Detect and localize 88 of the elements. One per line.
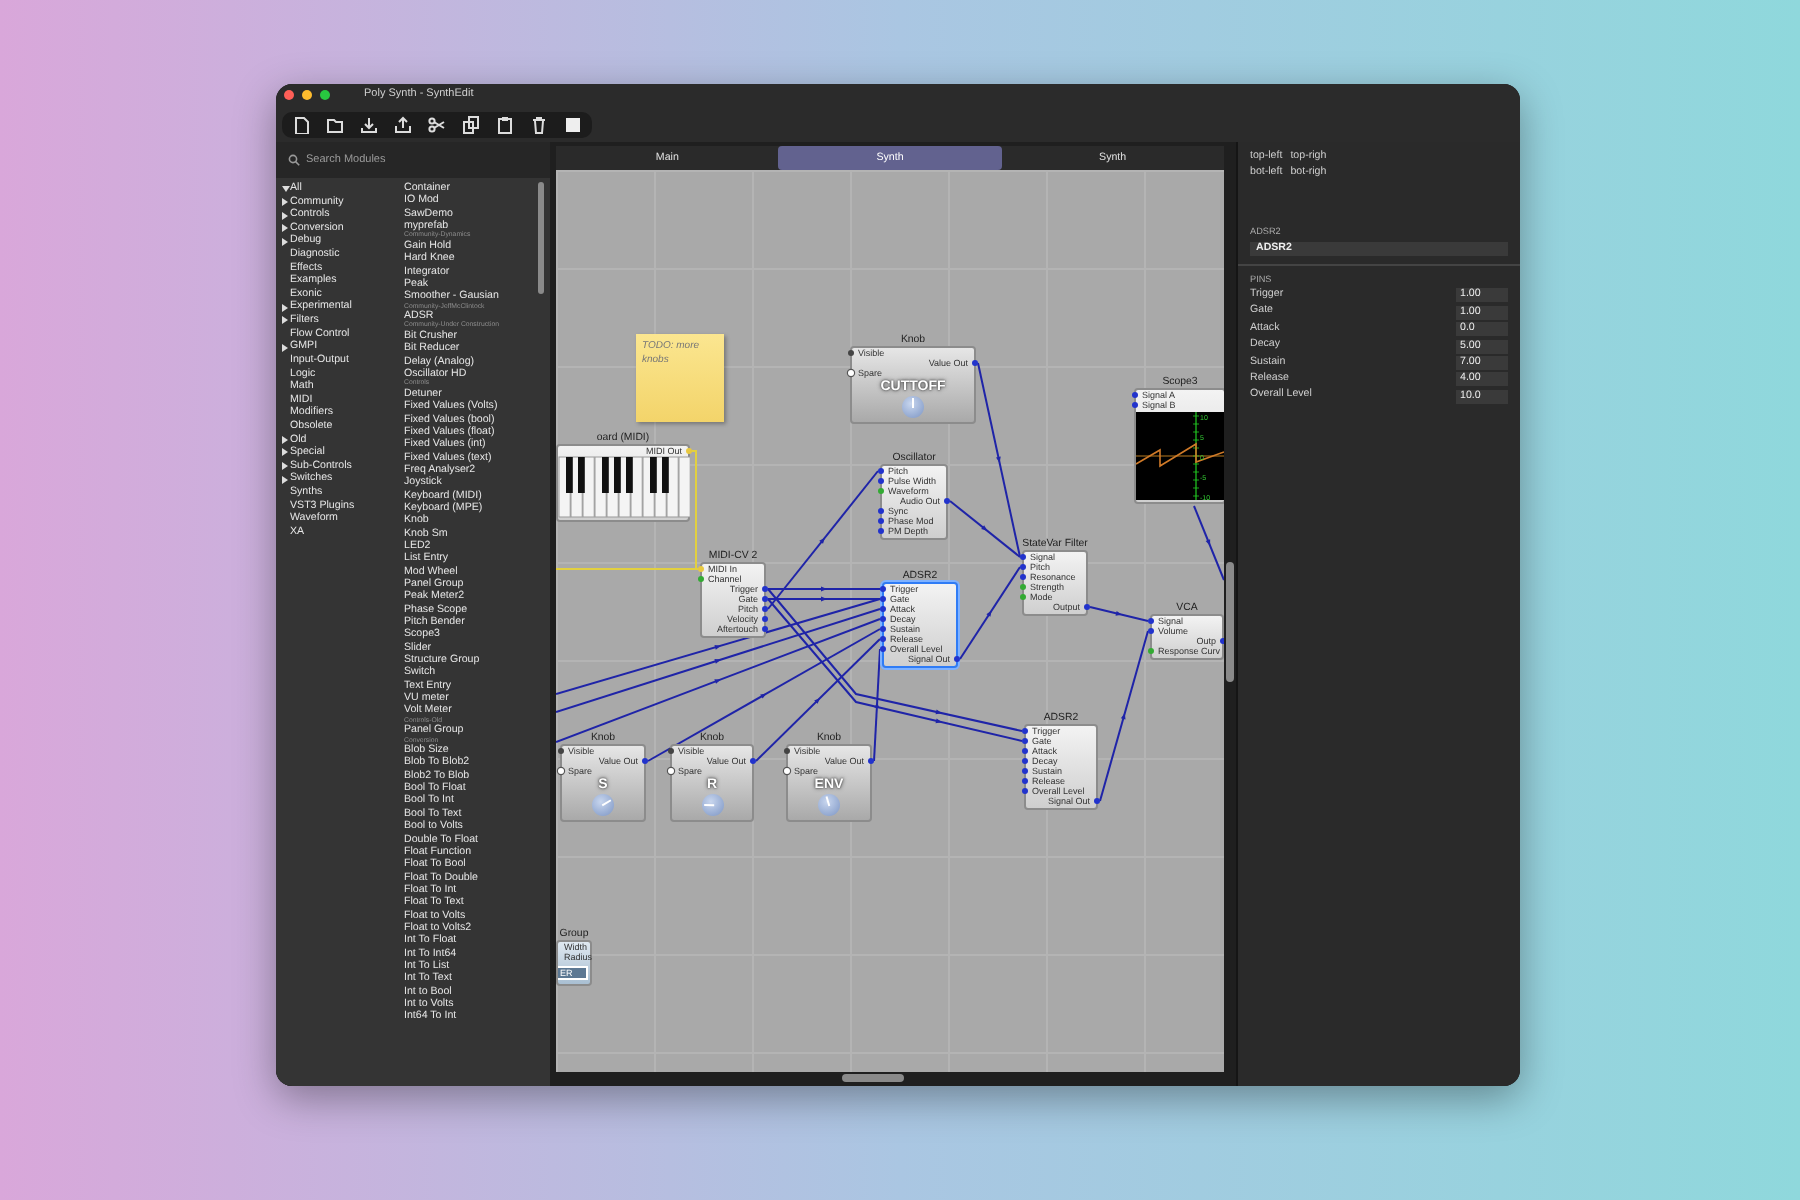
- pin-dot[interactable]: [698, 566, 704, 572]
- pin-dot[interactable]: [1148, 648, 1154, 654]
- pin-dot[interactable]: [1148, 618, 1154, 624]
- pin-dot[interactable]: [1022, 738, 1028, 744]
- pin-dot[interactable]: [1020, 594, 1026, 600]
- pin-dot[interactable]: [1020, 564, 1026, 570]
- wire[interactable]: [977, 362, 1021, 558]
- pin-dot[interactable]: [642, 758, 648, 764]
- pin-dot[interactable]: [1020, 554, 1026, 560]
- piano-keys-drawing[interactable]: [558, 456, 690, 518]
- wire[interactable]: [767, 596, 881, 602]
- pin-dot[interactable]: [878, 528, 884, 534]
- search-icon: [288, 154, 300, 166]
- wire[interactable]: [556, 598, 881, 695]
- wire[interactable]: [767, 470, 879, 610]
- pin-dot[interactable]: [880, 606, 886, 612]
- pin-dot[interactable]: [686, 448, 692, 454]
- pin-dot[interactable]: [784, 748, 790, 754]
- wire[interactable]: [873, 648, 881, 762]
- pin-dot[interactable]: [762, 596, 768, 602]
- scrollbar-thumb[interactable]: [538, 182, 544, 294]
- pin-dot[interactable]: [868, 758, 874, 764]
- pin-dot[interactable]: [698, 576, 704, 582]
- document-icon[interactable]: [292, 115, 310, 133]
- pin-dot[interactable]: [1022, 728, 1028, 734]
- pin-dot[interactable]: [1020, 574, 1026, 580]
- wire[interactable]: [1099, 630, 1149, 802]
- pin-dot[interactable]: [878, 518, 884, 524]
- wire[interactable]: [647, 628, 881, 762]
- wire[interactable]: [1089, 606, 1149, 622]
- upload-icon[interactable]: [394, 115, 412, 133]
- pin-dot[interactable]: [558, 748, 564, 754]
- pin-dot[interactable]: [1022, 768, 1028, 774]
- trash-icon[interactable]: [530, 115, 548, 133]
- wire[interactable]: [556, 608, 881, 713]
- pin-dot[interactable]: [878, 468, 884, 474]
- pin-dot[interactable]: [972, 360, 978, 366]
- pin-dot[interactable]: [954, 656, 960, 662]
- minimize-button[interactable]: [302, 90, 312, 100]
- download-icon[interactable]: [360, 115, 378, 133]
- wire[interactable]: [556, 618, 881, 743]
- pin-dot[interactable]: [762, 586, 768, 592]
- copy-icon[interactable]: [462, 115, 480, 133]
- close-button[interactable]: [284, 90, 294, 100]
- wire[interactable]: [767, 586, 881, 592]
- square-icon[interactable]: [564, 115, 582, 133]
- pin-dot[interactable]: [784, 768, 790, 774]
- pin-dot[interactable]: [880, 646, 886, 652]
- folder-icon[interactable]: [326, 115, 344, 133]
- wire[interactable]: [959, 566, 1021, 660]
- pin-dot[interactable]: [762, 606, 768, 612]
- pin-dot[interactable]: [944, 498, 950, 504]
- pin-dot[interactable]: [878, 488, 884, 494]
- pin-dot[interactable]: [1020, 584, 1026, 590]
- pin-dot[interactable]: [668, 748, 674, 754]
- pin-dot[interactable]: [1094, 798, 1100, 804]
- pin-dot[interactable]: [1132, 392, 1138, 398]
- wire[interactable]: [1193, 505, 1224, 581]
- scrollbar-thumb[interactable]: [842, 1074, 904, 1082]
- pin-dot[interactable]: [1022, 778, 1028, 784]
- pin-dot[interactable]: [848, 350, 854, 356]
- pin-dot[interactable]: [1148, 628, 1154, 634]
- pin-dot[interactable]: [1084, 604, 1090, 610]
- pin-dot[interactable]: [1022, 758, 1028, 764]
- pin-dot[interactable]: [558, 768, 564, 774]
- pin-dot[interactable]: [880, 636, 886, 642]
- scrollbar-thumb[interactable]: [1226, 562, 1234, 682]
- pin-dot[interactable]: [880, 616, 886, 622]
- pin-dot[interactable]: [1022, 788, 1028, 794]
- pin-dot[interactable]: [880, 626, 886, 632]
- pin-dot[interactable]: [762, 616, 768, 622]
- scope-display-drawing: [1136, 412, 1224, 500]
- scissors-icon[interactable]: [428, 115, 446, 133]
- pin-dot[interactable]: [668, 768, 674, 774]
- expander-icon[interactable]: [282, 343, 288, 352]
- paste-icon[interactable]: [496, 115, 514, 133]
- pin-dot[interactable]: [878, 508, 884, 514]
- pin-dot[interactable]: [1132, 402, 1138, 408]
- pin-dot[interactable]: [848, 370, 854, 376]
- wire[interactable]: [949, 500, 1021, 558]
- pin-dot[interactable]: [1022, 748, 1028, 754]
- pin-dot[interactable]: [880, 586, 886, 592]
- pin-dot[interactable]: [880, 596, 886, 602]
- pin-dot[interactable]: [762, 626, 768, 632]
- zoom-button[interactable]: [320, 90, 330, 100]
- pin-dot[interactable]: [750, 758, 756, 764]
- wire[interactable]: [755, 638, 881, 762]
- pin-dot[interactable]: [878, 478, 884, 484]
